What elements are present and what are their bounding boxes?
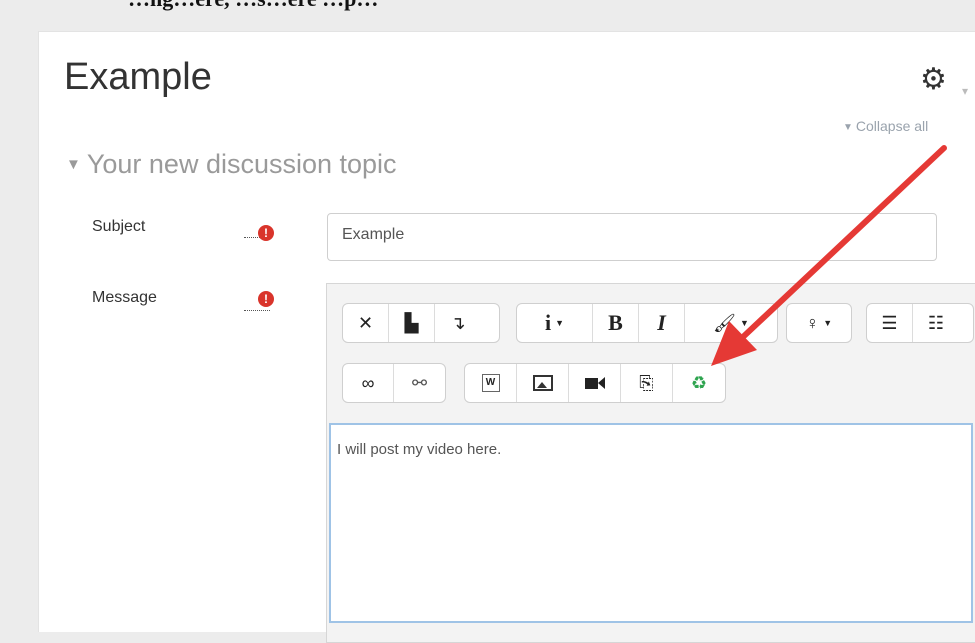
section-header[interactable]: ▼ Your new discussion topic	[66, 149, 397, 180]
bulb-button[interactable]: ♀ ▼	[787, 304, 851, 342]
video-icon	[584, 377, 605, 389]
message-textarea[interactable]: I will post my video here.	[329, 423, 973, 623]
image-button[interactable]	[517, 364, 569, 402]
required-underline	[244, 310, 270, 311]
indent-button[interactable]: ↴	[435, 304, 481, 342]
bold-button[interactable]: B	[593, 304, 639, 342]
section-title: Your new discussion topic	[86, 149, 397, 179]
toolbar-group-1: ✕ ▙ ↴	[342, 303, 500, 343]
numbered-list-button[interactable]: ☷	[913, 304, 959, 342]
brush-button[interactable]: 🖌 ▼	[685, 304, 777, 342]
toolbar-group-5: ∞ ⚯	[342, 363, 446, 403]
word-icon: W	[481, 374, 500, 392]
copy-button[interactable]: ⎘	[621, 364, 673, 402]
caret-down-icon: ▼	[555, 318, 565, 328]
fullscreen-icon: ✕	[357, 312, 374, 333]
word-button[interactable]: W	[465, 364, 517, 402]
unlink-icon: ⚯	[411, 372, 428, 393]
required-icon: !	[258, 291, 274, 307]
paste-button[interactable]: ▙	[389, 304, 435, 342]
triangle-down-icon: ▼	[843, 122, 853, 133]
brush-icon: 🖌	[713, 312, 736, 333]
toolbar-group-2: i ▼ B I 🖌 ▼	[516, 303, 778, 343]
fullscreen-button[interactable]: ✕	[343, 304, 389, 342]
recycle-button[interactable]: ♻	[673, 364, 725, 402]
numbered-list-icon: ☷	[927, 312, 945, 333]
unlink-button[interactable]: ⚯	[394, 364, 445, 402]
indent-icon: ↴	[450, 312, 466, 333]
caret-down-icon: ▼	[823, 318, 833, 328]
gear-icon[interactable]: ⚙	[920, 65, 947, 95]
subject-label: Subject	[92, 218, 146, 235]
info-button[interactable]: i ▼	[517, 304, 593, 342]
italic-icon: I	[657, 310, 666, 335]
message-label: Message	[92, 289, 157, 306]
link-button[interactable]: ∞	[343, 364, 394, 402]
video-button[interactable]	[569, 364, 621, 402]
collapse-all-label: Collapse all	[855, 118, 929, 134]
triangle-down-icon: ▼	[66, 156, 81, 173]
bulb-icon: ♀	[805, 312, 820, 333]
toolbar-group-4: ☰ ☷	[866, 303, 974, 343]
link-icon: ∞	[361, 372, 375, 393]
gear-caret-icon[interactable]: ▾	[962, 84, 968, 98]
subject-input[interactable]: Example	[327, 213, 937, 261]
caret-down-icon: ▼	[739, 318, 749, 328]
toolbar-group-6: W ⎘ ♻	[464, 363, 726, 403]
required-icon: !	[258, 225, 274, 241]
page-title: Example	[64, 56, 212, 98]
paste-icon: ▙	[404, 312, 419, 333]
image-icon	[532, 375, 553, 391]
copy-icon: ⎘	[639, 372, 654, 393]
bullet-list-icon: ☰	[881, 312, 898, 333]
bullet-list-button[interactable]: ☰	[867, 304, 913, 342]
info-icon: i	[544, 310, 552, 335]
top-caption: …ng…ere, …s…ere …p…	[128, 0, 378, 12]
collapse-all-link[interactable]: ▼ Collapse all	[843, 118, 928, 134]
italic-button[interactable]: I	[639, 304, 685, 342]
toolbar-group-3: ♀ ▼	[786, 303, 852, 343]
recycle-icon: ♻	[690, 372, 708, 393]
bold-icon: B	[608, 310, 623, 335]
